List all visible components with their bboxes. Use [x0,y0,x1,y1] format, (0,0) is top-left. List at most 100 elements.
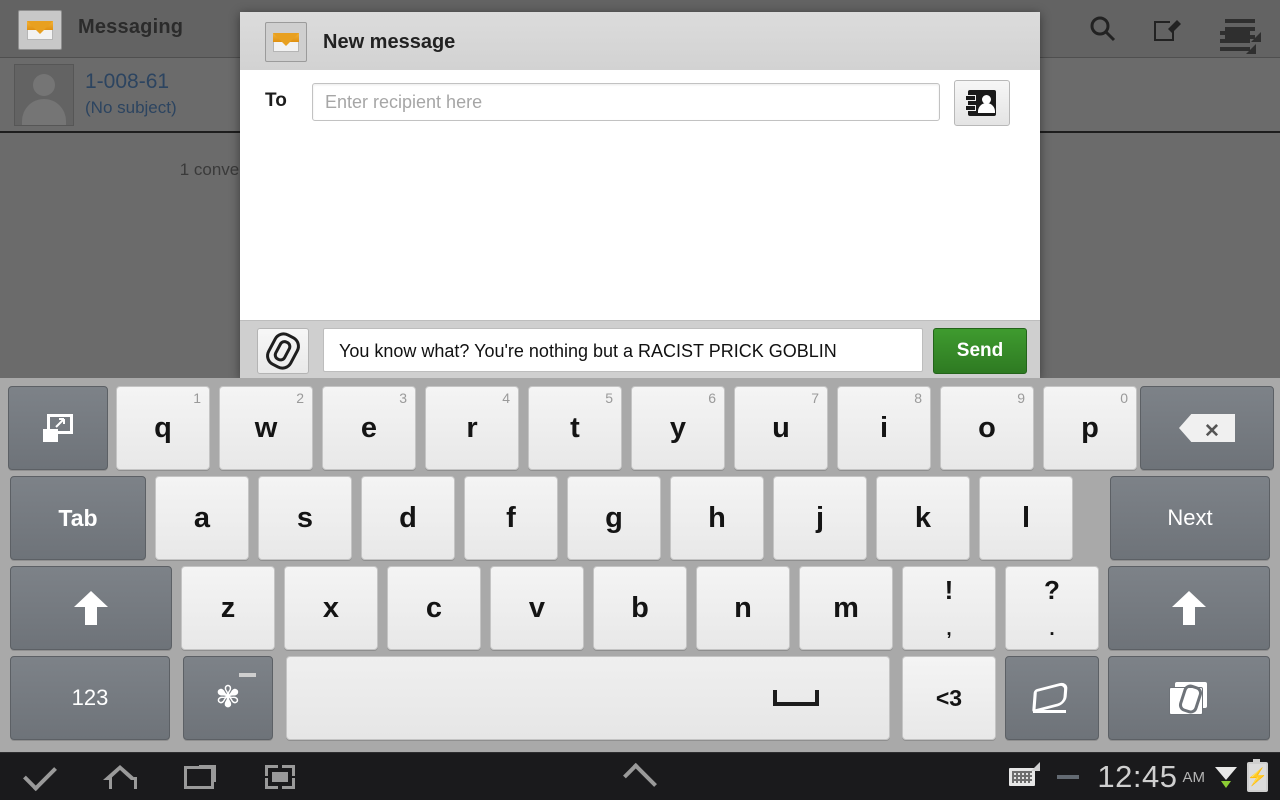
key-r[interactable]: r4 [425,386,519,470]
key-alt-label: 5 [605,390,613,406]
screenshot-icon[interactable] [248,753,312,800]
hamburger-menu-icon[interactable] [1205,12,1265,70]
key-n[interactable]: n [696,566,790,650]
keyboard-status-icon[interactable] [1009,762,1041,786]
key-label: x [322,591,340,624]
key-label: y [669,411,687,444]
key-question-period[interactable]: ?. [1005,566,1099,650]
key-k[interactable]: k [876,476,970,560]
envelope-icon [18,10,62,50]
key-alt-label: 7 [811,390,819,406]
key-j[interactable]: j [773,476,867,560]
gear-icon: ✾ [212,673,256,714]
key-z[interactable]: z [181,566,275,650]
key-tab[interactable]: Tab [10,476,146,560]
key-c[interactable]: c [387,566,481,650]
key-s[interactable]: s [258,476,352,560]
key-m[interactable]: m [799,566,893,650]
message-input[interactable]: You know what? You're nothing but a RACI… [323,328,923,372]
key-shift-right[interactable] [1108,566,1270,650]
key-next[interactable]: Next [1110,476,1270,560]
key-alt-label: 3 [399,390,407,406]
clock-ampm: AM [1182,768,1206,786]
clip-card-icon [1169,682,1209,716]
key-label: f [506,501,516,534]
key-p[interactable]: p0 [1043,386,1137,470]
dialog-title-bar: New message [240,12,1256,71]
dialog-body: To [240,70,1040,320]
recipient-input[interactable] [312,83,940,121]
key-label: v [528,591,546,624]
key-i[interactable]: i8 [837,386,931,470]
key-label: t [570,411,580,444]
key-shift-left[interactable] [10,566,172,650]
key-u[interactable]: u7 [734,386,828,470]
key-exclaim-comma[interactable]: !, [902,566,996,650]
key-label: i [879,411,889,444]
key-a[interactable]: a [155,476,249,560]
contact-book-icon[interactable] [954,80,1010,126]
key-o[interactable]: o9 [940,386,1034,470]
key-label: o [978,411,996,444]
home-icon[interactable] [88,753,152,800]
key-minimize-keyboard[interactable] [8,386,108,470]
key-sub-label: , [946,619,952,640]
message-compose-area[interactable] [240,137,1040,320]
key-label: ? [1044,575,1060,605]
recents-icon[interactable] [168,753,232,800]
key-t[interactable]: t5 [528,386,622,470]
envelope-icon [265,22,307,62]
key-label: g [605,501,623,534]
key-attach[interactable] [1108,656,1270,740]
key-h[interactable]: h [670,476,764,560]
key-label: p [1081,411,1099,444]
key-x[interactable]: x [284,566,378,650]
dialog-title: New message [323,31,456,53]
chevron-down-back-icon[interactable] [8,753,72,800]
key-settings[interactable]: ✾ [183,656,273,740]
backspace-icon: ✕ [1179,414,1235,442]
key-v[interactable]: v [490,566,584,650]
key-alt-label: 6 [708,390,716,406]
shift-arrow-icon [1172,591,1206,625]
key-e[interactable]: e3 [322,386,416,470]
key-label: b [631,591,649,624]
key-label: k [914,501,932,534]
key-w[interactable]: w2 [219,386,313,470]
key-alt-label: 8 [914,390,922,406]
key-space[interactable] [286,656,890,740]
paperclip-icon[interactable] [257,328,309,374]
chevron-up-icon[interactable] [608,753,672,800]
clock-time[interactable]: 12:45 [1097,759,1177,795]
search-icon[interactable] [1074,11,1130,47]
to-label: To [265,90,287,111]
key-g[interactable]: g [567,476,661,560]
key-label: <3 [935,684,963,711]
key-backspace[interactable]: ✕ [1140,386,1274,470]
key-label: ! [944,575,954,605]
on-screen-keyboard: q 1 w 2 e 3 r 4 t 5 y 6 u 7 i 8 o 9 p 0 ✕ Tab a s d f g h j k l Next z x c… [0,378,1280,752]
key-alt-label: 2 [296,390,304,406]
key-label: j [815,501,825,534]
key-label: s [296,501,314,534]
key-symbols-123[interactable]: 123 [10,656,170,740]
key-f[interactable]: f [464,476,558,560]
key-handwriting[interactable] [1005,656,1099,740]
key-q[interactable]: q1 [116,386,210,470]
key-label: u [772,411,790,444]
avatar [14,64,74,126]
compose-icon[interactable] [1138,11,1194,47]
system-navigation-bar: 12:45 AM ⚡ [0,752,1280,800]
key-d[interactable]: d [361,476,455,560]
key-label: Next [1167,505,1213,530]
send-button[interactable]: Send [933,328,1027,374]
key-label: l [1021,501,1031,534]
key-y[interactable]: y6 [631,386,725,470]
key-heart-emoticon[interactable]: <3 [902,656,996,740]
signal-icon [1215,766,1237,788]
key-label: e [360,411,378,444]
key-label: c [425,591,443,624]
key-l[interactable]: l [979,476,1073,560]
key-b[interactable]: b [593,566,687,650]
space-icon [773,690,819,706]
